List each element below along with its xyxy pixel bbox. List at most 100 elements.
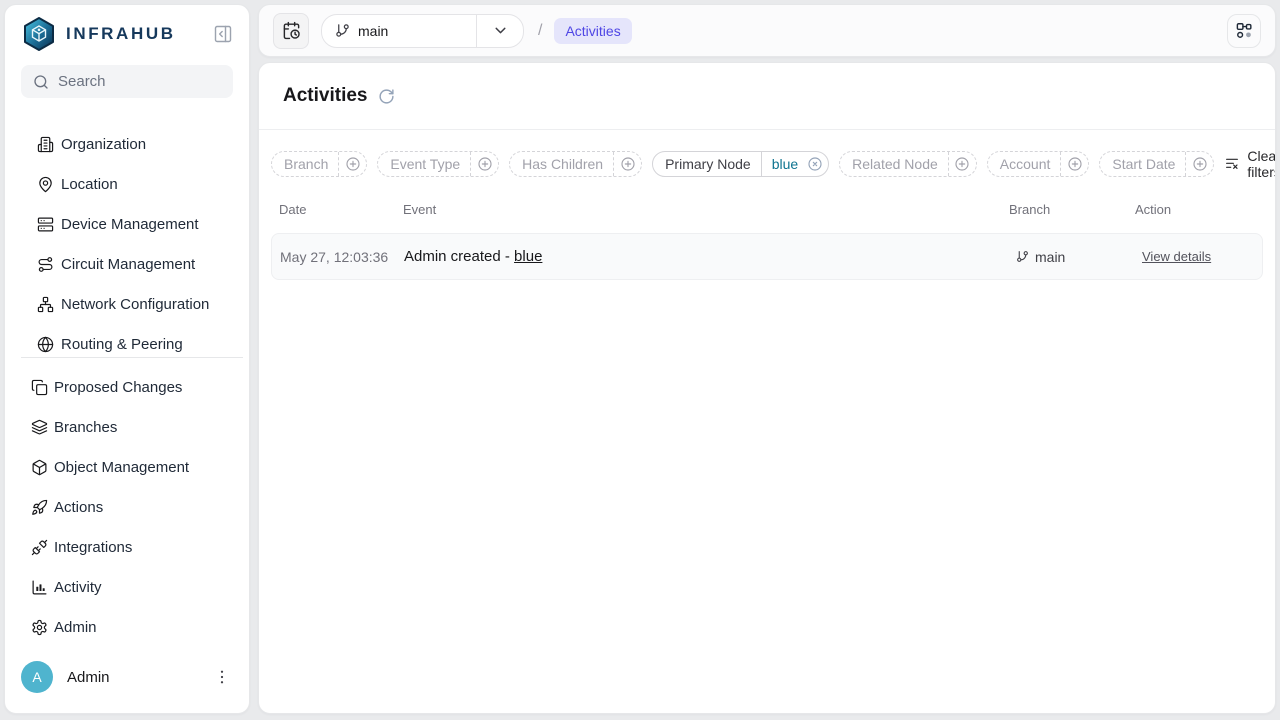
add-filter-icon[interactable] [614,152,641,176]
sidebar-item-label: Object Management [54,459,189,476]
sidebar-item-label: Integrations [54,539,132,556]
filter-chip-start-date[interactable]: Start Date [1099,151,1214,177]
search-input[interactable] [58,73,257,90]
event-text: Admin created - [404,248,514,265]
sidebar-item-organization[interactable]: Organization [5,124,249,164]
breadcrumb-current[interactable]: Activities [554,18,631,44]
git-branch-icon [1016,250,1029,263]
sidebar-item-label: Device Management [61,216,199,233]
row-branch-name: main [1035,249,1065,265]
cell-date: May 27, 12:03:36 [280,249,404,265]
refresh-icon [378,88,395,105]
page-header: Activities [259,63,1275,130]
filter-x-icon [1224,156,1240,172]
column-header-action: Action [1135,202,1255,217]
profile-menu-button[interactable] [211,666,233,688]
sidebar-item-label: Circuit Management [61,256,195,273]
sidebar-divider [21,357,243,358]
filter-chip-related-node[interactable]: Related Node [839,151,977,177]
column-header-event: Event [403,202,1009,217]
refresh-button[interactable] [378,88,395,105]
topbar: main / Activities [258,4,1276,57]
clear-filters-button[interactable]: Clear filters [1224,148,1276,180]
filter-chip-label: Start Date [1100,152,1185,176]
sidebar-item-branches[interactable]: Branches [5,407,249,447]
filter-chip-label: Has Children [510,152,613,176]
filter-chip-has-children[interactable]: Has Children [509,151,642,177]
add-filter-icon[interactable] [949,152,976,176]
sidebar-item-admin[interactable]: Admin [5,607,249,647]
profile-name: Admin [67,669,197,686]
sidebar-item-circuit-management[interactable]: Circuit Management [5,244,249,284]
panel-collapse-icon [213,24,233,44]
add-filter-icon[interactable] [1186,152,1213,176]
breadcrumb-separator: / [538,22,542,40]
add-filter-icon[interactable] [1061,152,1088,176]
filter-chip-label: Event Type [378,152,470,176]
add-filter-icon[interactable] [471,152,498,176]
sidebar-item-routing-peering[interactable]: Routing & Peering [5,324,249,357]
sidebar-header: INFRAHUB [5,5,249,52]
infrahub-logo-icon [21,16,57,52]
filter-chip-branch[interactable]: Branch [271,151,367,177]
view-details-link[interactable]: View details [1142,249,1211,264]
server-icon [37,216,54,233]
sidebar-item-label: Activity [54,579,102,596]
sidebar-item-network-configuration[interactable]: Network Configuration [5,284,249,324]
sidebar-nav-schema: Organization Location Device Management … [5,124,249,357]
branch-name: main [358,23,388,39]
sidebar-item-device-management[interactable]: Device Management [5,204,249,244]
cell-event: Admin created - blue [404,248,1016,265]
sidebar-item-label: Actions [54,499,103,516]
rocket-icon [31,499,48,516]
filter-chip-label: Primary Node [653,152,761,176]
plug-icon [31,539,48,556]
table-row[interactable]: May 27, 12:03:36 Admin created - blue ma… [271,233,1263,280]
sidebar-item-label: Branches [54,419,117,436]
brand-wordmark: INFRAHUB [66,24,211,44]
sidebar-item-label: Routing & Peering [61,336,183,353]
globe-icon [37,336,54,353]
schema-workflow-button[interactable] [1227,14,1261,48]
sidebar-item-actions[interactable]: Actions [5,487,249,527]
cell-action: View details [1142,248,1262,266]
gear-icon [31,619,48,636]
add-filter-icon[interactable] [339,152,366,176]
branch-selector[interactable]: main [321,14,524,48]
user-profile-row[interactable]: A Admin [5,647,249,713]
column-header-branch: Branch [1009,202,1135,217]
sidebar-item-proposed-changes[interactable]: Proposed Changes [5,367,249,407]
layers-icon [31,419,48,436]
git-branch-icon [335,23,350,38]
main-content: Activities Branch Event Type Has Childre… [258,62,1276,714]
sidebar-item-label: Organization [61,136,146,153]
network-icon [37,296,54,313]
map-pin-icon [37,176,54,193]
sidebar-item-label: Location [61,176,118,193]
sidebar-item-label: Network Configuration [61,296,209,313]
cube-icon [31,459,48,476]
route-icon [37,256,54,273]
sidebar-collapse-button[interactable] [211,22,235,46]
filter-chip-value: blue [762,152,802,176]
remove-filter-icon[interactable] [802,152,828,176]
event-node-link[interactable]: blue [514,248,542,265]
sidebar-item-location[interactable]: Location [5,164,249,204]
filter-chip-event-type[interactable]: Event Type [377,151,499,177]
kebab-menu-icon [213,668,231,686]
sidebar-nav-app: Proposed Changes Branches Object Managem… [5,367,249,647]
branch-selector-toggle[interactable] [476,15,523,47]
sidebar-item-label: Admin [54,619,97,636]
sidebar-item-object-management[interactable]: Object Management [5,447,249,487]
time-travel-button[interactable] [273,13,309,49]
search-input-container[interactable]: ^K [21,65,233,98]
sidebar-item-integrations[interactable]: Integrations [5,527,249,567]
building-icon [37,136,54,153]
chevron-down-icon [492,22,509,39]
sidebar-item-activity[interactable]: Activity [5,567,249,607]
avatar: A [21,661,53,693]
filter-chip-account[interactable]: Account [987,151,1090,177]
filters-bar: Branch Event Type Has Children Primary N… [259,130,1275,192]
bar-chart-icon [31,579,48,596]
filter-chip-primary-node-active[interactable]: Primary Node blue [652,151,829,177]
